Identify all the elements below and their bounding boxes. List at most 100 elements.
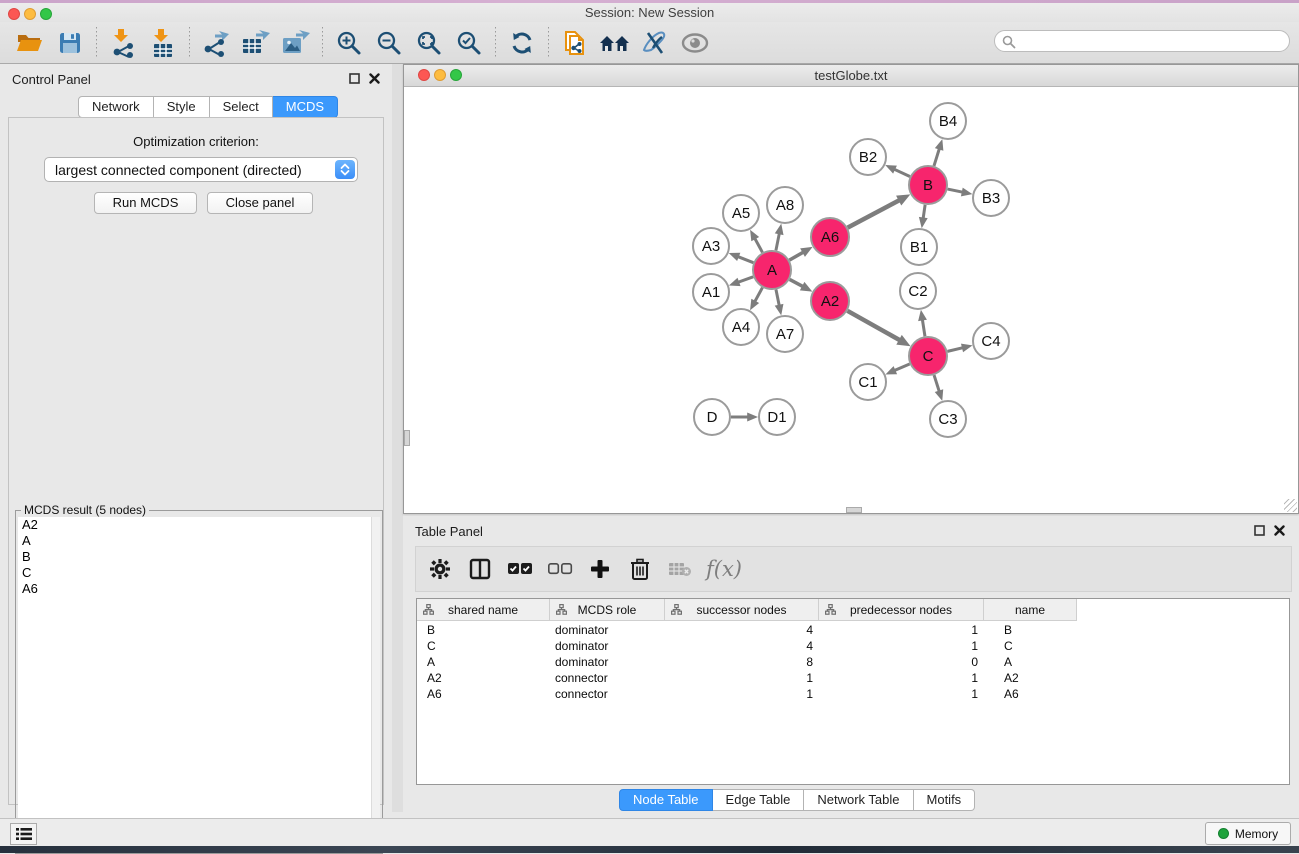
edge-A-A7[interactable] bbox=[776, 290, 779, 306]
column-header-MCDS-role[interactable]: MCDS role bbox=[550, 599, 665, 621]
column-header-shared-name[interactable]: shared name bbox=[417, 599, 550, 621]
edge-A6-B[interactable] bbox=[848, 200, 900, 228]
close-panel-button[interactable]: Close panel bbox=[207, 192, 313, 214]
edge-C-C4[interactable] bbox=[947, 348, 963, 352]
zoom-in-icon[interactable] bbox=[329, 25, 369, 61]
new-network-from-selection-icon[interactable] bbox=[555, 25, 595, 61]
arrowhead-icon bbox=[729, 278, 741, 286]
edge-C-C1[interactable] bbox=[894, 364, 909, 371]
export-table-icon[interactable] bbox=[236, 25, 276, 61]
memory-button[interactable]: Memory bbox=[1205, 822, 1291, 845]
run-mcds-button[interactable]: Run MCDS bbox=[94, 192, 197, 214]
edge-B-B3[interactable] bbox=[948, 189, 963, 192]
edge-C-C2[interactable] bbox=[922, 319, 925, 336]
table-row[interactable]: A2connector11A2 bbox=[417, 671, 1289, 687]
zoom-out-icon[interactable] bbox=[369, 25, 409, 61]
table-row[interactable]: Bdominator41B bbox=[417, 623, 1289, 639]
window-resize-grip[interactable] bbox=[1284, 499, 1297, 512]
maximize-window-button[interactable] bbox=[40, 8, 52, 20]
node-table[interactable]: shared nameMCDS rolesuccessor nodesprede… bbox=[416, 598, 1290, 785]
float-panel-icon[interactable] bbox=[1254, 525, 1265, 536]
tab-select[interactable]: Select bbox=[210, 96, 273, 118]
float-panel-icon[interactable] bbox=[349, 73, 360, 84]
scrollbar-track[interactable] bbox=[371, 517, 380, 852]
add-column-icon[interactable] bbox=[586, 555, 614, 583]
tab-network[interactable]: Network bbox=[78, 96, 154, 118]
select-all-columns-icon[interactable] bbox=[506, 555, 534, 583]
node-label: A2 bbox=[821, 293, 839, 310]
edge-A-A2[interactable] bbox=[790, 279, 803, 286]
function-builder-icon[interactable]: f(x) bbox=[706, 557, 742, 581]
network-canvas[interactable]: B4B2BB3B1A5A8A6A3AA1C2A2A4A7CC4C1C3DD1 bbox=[404, 87, 1298, 513]
tab-mcds[interactable]: MCDS bbox=[273, 96, 338, 118]
criterion-dropdown[interactable]: largest connected component (directed) bbox=[44, 157, 358, 182]
gear-icon[interactable] bbox=[426, 555, 454, 583]
tab-edge-table[interactable]: Edge Table bbox=[713, 789, 805, 811]
edge-A2-C[interactable] bbox=[847, 311, 899, 340]
show-panels-button[interactable] bbox=[10, 823, 37, 845]
table-row[interactable]: Adominator80A bbox=[417, 655, 1289, 671]
memory-label: Memory bbox=[1235, 827, 1278, 841]
splitpane-handle-bottom[interactable] bbox=[846, 507, 862, 513]
edge-B-B1[interactable] bbox=[923, 205, 925, 219]
zoom-fit-icon[interactable] bbox=[409, 25, 449, 61]
import-table-icon[interactable] bbox=[143, 25, 183, 61]
edge-A-A3[interactable] bbox=[738, 257, 754, 263]
maximize-view-button[interactable] bbox=[450, 69, 462, 81]
close-view-button[interactable] bbox=[418, 69, 430, 81]
table-row[interactable]: Cdominator41C bbox=[417, 639, 1289, 655]
show-graphics-details-icon[interactable] bbox=[675, 25, 715, 61]
node-label: D bbox=[707, 409, 718, 426]
column-header-name[interactable]: name bbox=[984, 599, 1077, 621]
node-label: A3 bbox=[702, 238, 720, 255]
mcds-tab-pane: Optimization criterion: largest connecte… bbox=[8, 117, 384, 805]
open-file-icon[interactable] bbox=[10, 25, 50, 61]
mcds-result-item[interactable]: A2 bbox=[18, 517, 373, 533]
search-field[interactable] bbox=[994, 30, 1290, 52]
search-input[interactable] bbox=[1021, 32, 1281, 50]
edge-A-A1[interactable] bbox=[738, 277, 753, 282]
delete-column-icon[interactable] bbox=[626, 555, 654, 583]
edge-A-A6[interactable] bbox=[789, 252, 803, 260]
dropdown-stepper-icon bbox=[335, 160, 355, 179]
mcds-result-item[interactable]: C bbox=[18, 565, 373, 581]
export-network-icon[interactable] bbox=[196, 25, 236, 61]
app-titlebar: Session: New Session bbox=[0, 3, 1299, 22]
column-view-icon[interactable] bbox=[466, 555, 494, 583]
edge-B-B2[interactable] bbox=[894, 169, 910, 176]
edge-A-A5[interactable] bbox=[755, 238, 763, 252]
edge-B-B4[interactable] bbox=[934, 148, 939, 165]
mcds-result-item[interactable]: A6 bbox=[18, 581, 373, 597]
hide-labels-icon[interactable] bbox=[635, 25, 675, 61]
minimize-window-button[interactable] bbox=[24, 8, 36, 20]
mcds-result-item[interactable]: A bbox=[18, 533, 373, 549]
column-header-successor-nodes[interactable]: successor nodes bbox=[665, 599, 819, 621]
refresh-layout-icon[interactable] bbox=[502, 25, 542, 61]
tab-node-table[interactable]: Node Table bbox=[619, 789, 713, 811]
first-neighbors-icon[interactable] bbox=[595, 25, 635, 61]
tab-network-table[interactable]: Network Table bbox=[804, 789, 913, 811]
splitpane-handle-left[interactable] bbox=[404, 430, 410, 446]
import-network-icon[interactable] bbox=[103, 25, 143, 61]
panel-divider[interactable] bbox=[392, 64, 403, 812]
tab-style[interactable]: Style bbox=[154, 96, 210, 118]
delete-table-icon[interactable] bbox=[666, 555, 694, 583]
column-header-predecessor-nodes[interactable]: predecessor nodes bbox=[819, 599, 984, 621]
close-panel-icon[interactable] bbox=[369, 73, 380, 84]
network-window-titlebar[interactable]: testGlobe.txt bbox=[404, 65, 1298, 87]
mcds-result-item[interactable]: B bbox=[18, 549, 373, 565]
node-label: D1 bbox=[767, 409, 786, 426]
table-row[interactable]: A6connector11A6 bbox=[417, 687, 1289, 703]
zoom-selected-icon[interactable] bbox=[449, 25, 489, 61]
mcds-result-list[interactable]: A2ABCA6 bbox=[18, 517, 373, 852]
edge-A-A8[interactable] bbox=[776, 233, 779, 250]
save-session-icon[interactable] bbox=[50, 25, 90, 61]
edge-C-C3[interactable] bbox=[934, 375, 939, 391]
export-image-icon[interactable] bbox=[276, 25, 316, 61]
close-panel-icon[interactable] bbox=[1274, 525, 1285, 536]
unselect-all-columns-icon[interactable] bbox=[546, 555, 574, 583]
minimize-view-button[interactable] bbox=[434, 69, 446, 81]
tab-motifs[interactable]: Motifs bbox=[914, 789, 976, 811]
edge-A-A4[interactable] bbox=[755, 288, 763, 302]
close-window-button[interactable] bbox=[8, 8, 20, 20]
